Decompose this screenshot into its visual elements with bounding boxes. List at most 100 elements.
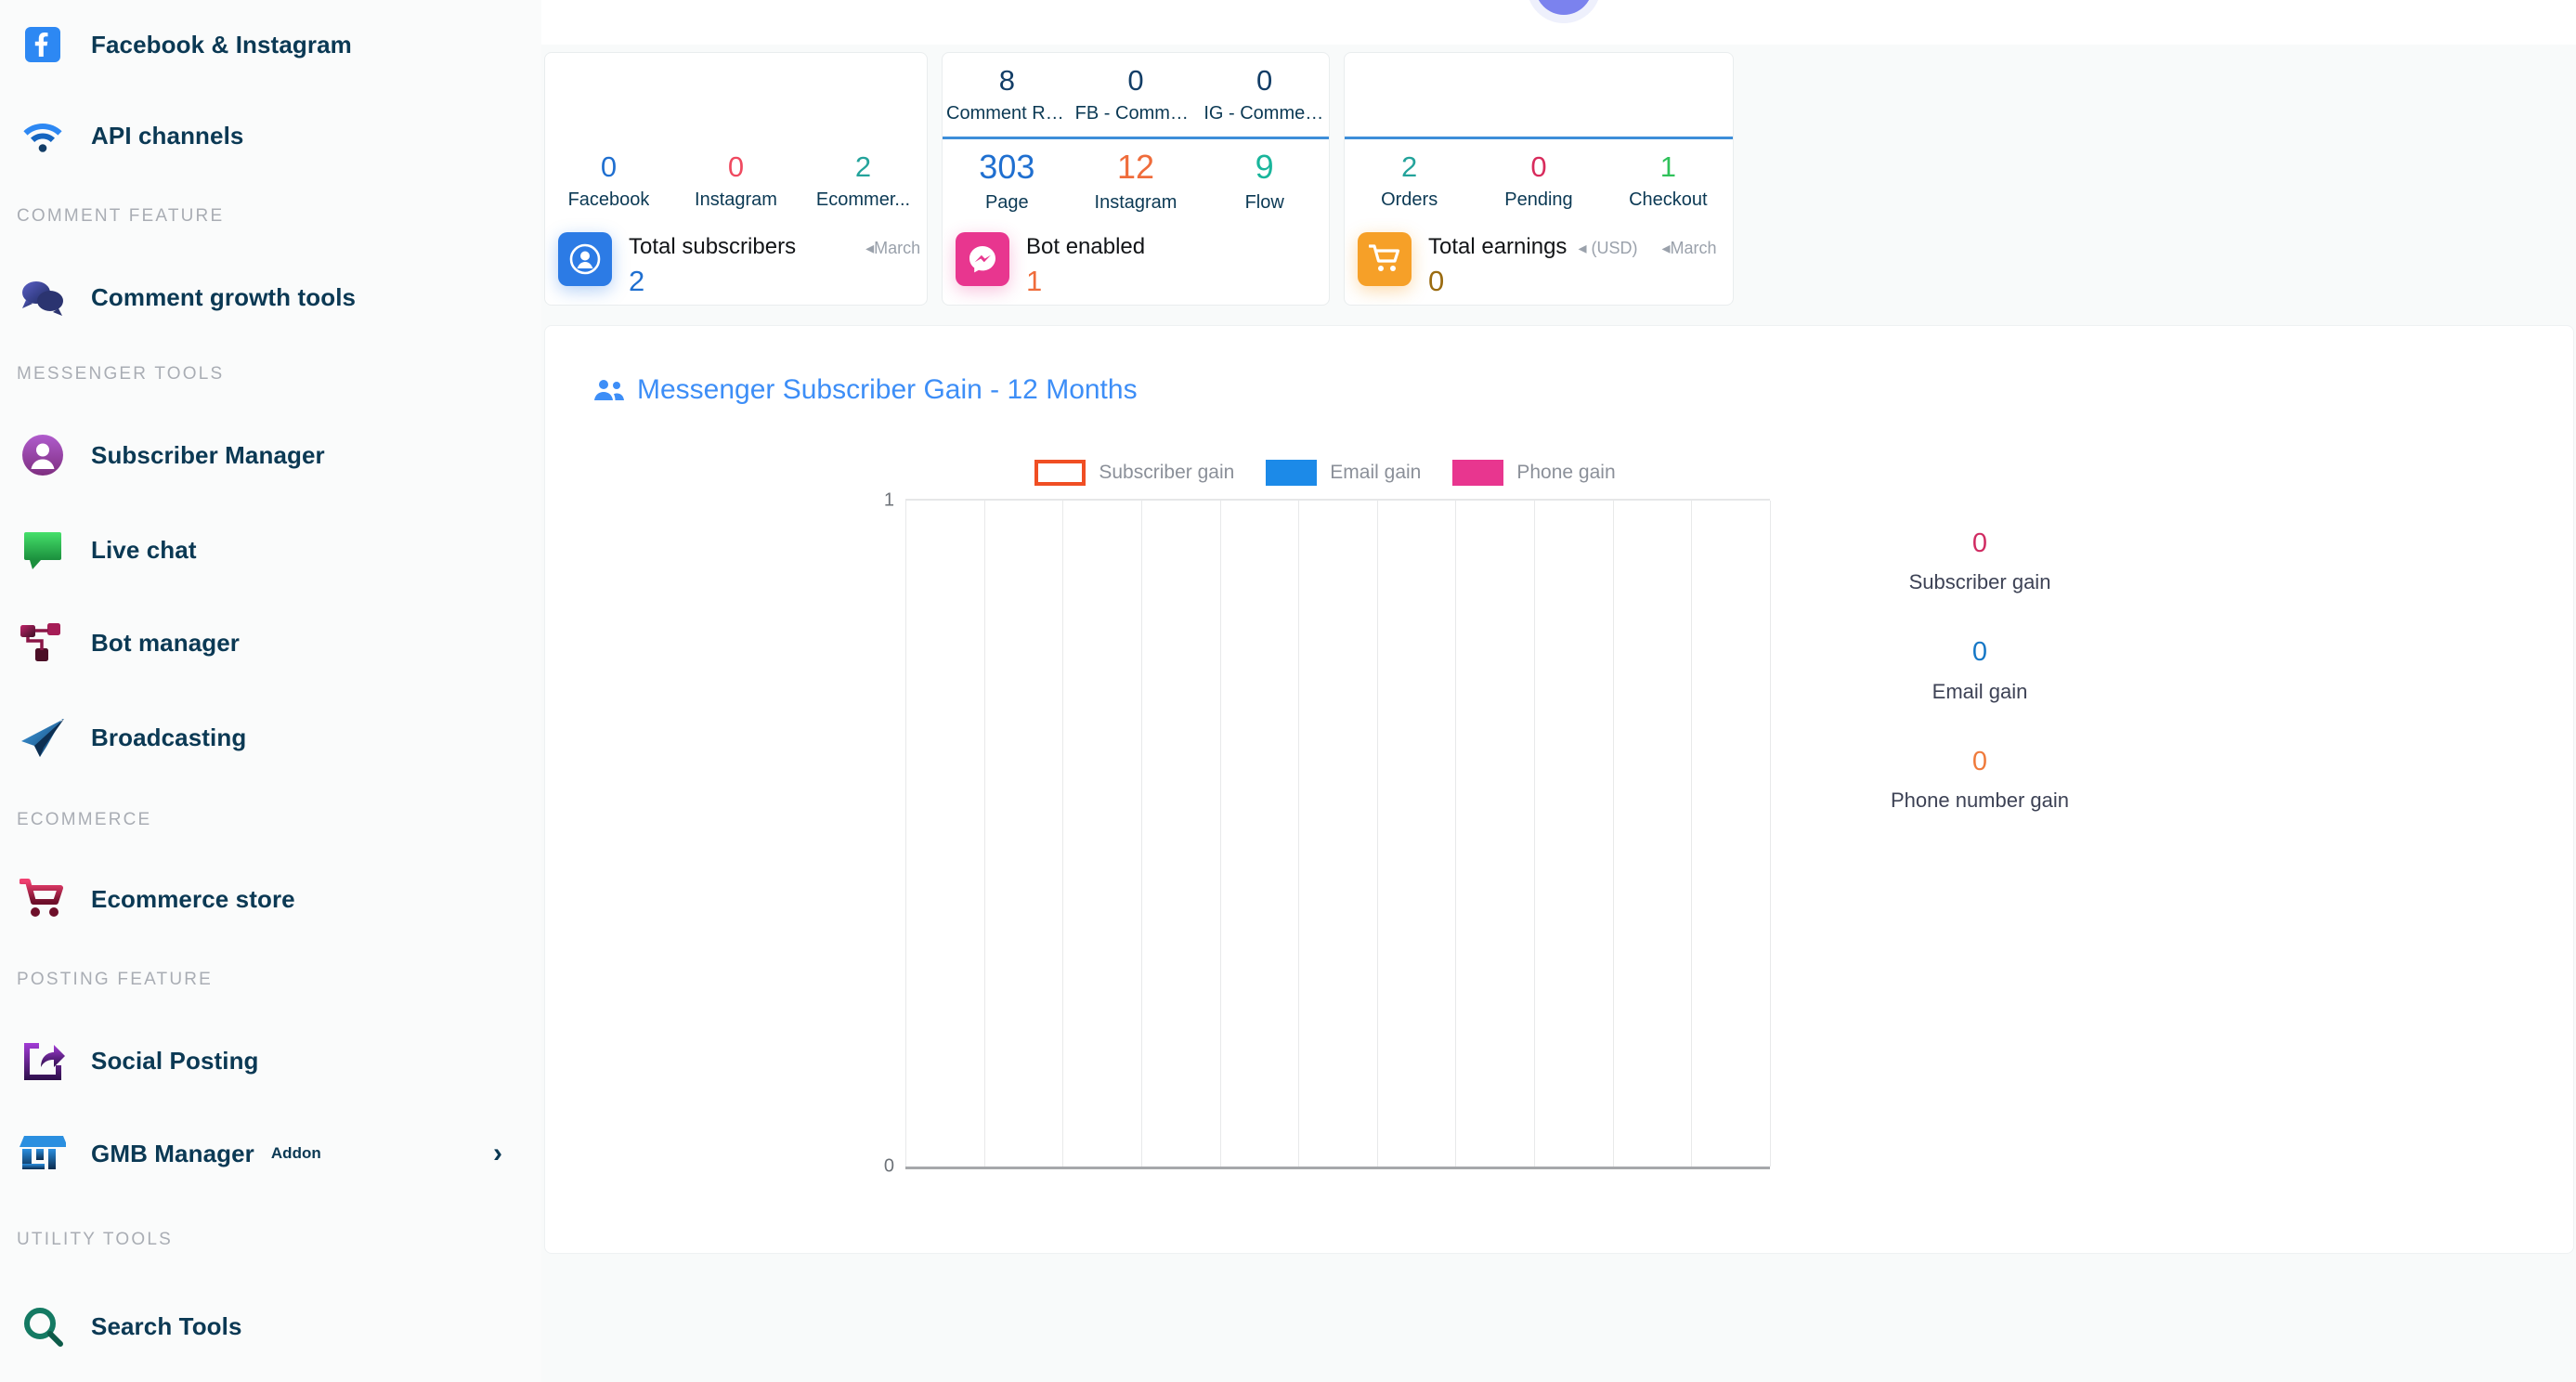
chart-gridline (1455, 501, 1457, 1167)
sidebar-item-label: Search Tools (91, 1311, 242, 1340)
chart-gridline (1298, 501, 1300, 1167)
card-value: 2 (629, 265, 920, 298)
avatar[interactable] (1535, 0, 1593, 15)
chat-bubbles-icon (17, 271, 69, 323)
card-month-selector[interactable]: ◂March (865, 239, 920, 258)
card-top-row (545, 53, 927, 139)
sidebar-item-social-posting[interactable]: Social Posting (0, 1014, 541, 1107)
sidebar-item-label: API channels (91, 121, 244, 150)
card-bottom-texts: Total earnings ◂ (USD) ◂March 0 (1428, 232, 1717, 298)
chart-gridline (1612, 501, 1614, 1167)
wifi-icon (17, 110, 69, 162)
chart-gridline (1140, 501, 1142, 1167)
mini-stat-value: 2 (854, 150, 872, 183)
chart-gridline (983, 501, 985, 1167)
sidebar-item-subscriber-manager[interactable]: Subscriber Manager (0, 407, 541, 503)
legend-item-subscriber-gain[interactable]: Subscriber gain (1034, 460, 1234, 486)
mini-stat-value: 9 (1255, 148, 1274, 187)
sidebar-section-utility-tools: UTILITY TOOLS (0, 1230, 541, 1250)
y-axis-tick-0: 0 (883, 1155, 894, 1177)
chart-side-stats: 0 Subscriber gain 0 Email gain 0 Phone n… (1841, 528, 2119, 855)
sidebar-item-label: Ecommerce store (91, 884, 295, 913)
chart-gridline (1062, 501, 1064, 1167)
mini-stat-checkout: 1 Checkout (1604, 139, 1733, 223)
paper-plane-icon (17, 711, 69, 763)
top-strip (541, 0, 2576, 45)
side-stat-subscriber-gain: 0 Subscriber gain (1841, 528, 2119, 594)
mini-stat-value: 1 (1659, 150, 1676, 183)
sidebar-item-broadcasting[interactable]: Broadcasting (0, 689, 541, 786)
user-circle-icon (17, 429, 69, 481)
legend-label: Phone gain (1516, 462, 1616, 483)
sidebar-item-label: Subscriber Manager (91, 440, 325, 469)
mini-stat-label: Pending (1504, 189, 1573, 211)
card-currency-selector[interactable]: ◂ (USD) (1578, 239, 1637, 258)
card-total-earnings[interactable]: 2 Orders 0 Pending 1 Checkout Total earn… (1344, 52, 1734, 306)
sidebar-item-label: GMB Manager (91, 1139, 254, 1167)
sidebar-section-label: COMMENT FEATURE (17, 206, 225, 226)
side-stat-label: Phone number gain (1890, 789, 2070, 813)
sidebar-section-messenger-tools: MESSENGER TOOLS (0, 364, 541, 385)
shopping-cart-icon (17, 873, 69, 925)
mini-stat-label: FB - Comment ... (1074, 103, 1197, 124)
mini-stat-label: Comment Repl... (946, 103, 1068, 124)
mini-stat-value: 8 (998, 63, 1015, 97)
facebook-icon (17, 19, 69, 71)
sidebar-item-facebook-instagram[interactable]: Facebook & Instagram (0, 0, 541, 89)
card-mid-row: 0 Facebook 0 Instagram 2 Ecommer... (545, 139, 927, 223)
stat-cards-row: 0 Facebook 0 Instagram 2 Ecommer... Tota… (541, 45, 2576, 306)
chart-gridline (1534, 501, 1536, 1167)
legend-swatch-subscriber-gain[interactable] (1034, 460, 1086, 486)
speech-bubble-icon (17, 524, 69, 576)
chart-gridline (1691, 501, 1693, 1167)
sidebar-item-ecommerce-store[interactable]: Ecommerce store (0, 853, 541, 945)
legend-swatch-email-gain[interactable] (1266, 460, 1318, 486)
side-stat-value: 0 (1841, 637, 2119, 668)
share-square-icon (17, 1035, 69, 1087)
side-stat-email-gain: 0 Email gain (1841, 637, 2119, 703)
card-bottom: Total earnings ◂ (USD) ◂March 0 (1345, 223, 1733, 298)
mini-stat-label: Instagram (1094, 191, 1177, 213)
sidebar-section-ecommerce: ECOMMERCE (0, 810, 541, 830)
chevron-right-icon[interactable]: › (493, 1140, 502, 1167)
card-bot-enabled[interactable]: 8 Comment Repl... 0 FB - Comment ... 0 I… (942, 52, 1330, 306)
card-title: Total earnings (1428, 234, 1568, 259)
chart-gridline (1219, 501, 1221, 1167)
side-stat-value: 0 (1841, 528, 2119, 559)
chart-plot-area: 1 0 (884, 490, 1771, 1177)
legend-item-email-gain[interactable]: Email gain (1266, 460, 1421, 486)
legend-swatch-phone-gain[interactable] (1452, 460, 1504, 486)
sidebar: Facebook & Instagram API channels COMMEN… (0, 0, 541, 1382)
sidebar-item-badge: Addon (270, 1144, 321, 1162)
sidebar-item-search-tools[interactable]: Search Tools (0, 1280, 541, 1373)
side-stat-value: 0 (1841, 747, 2119, 777)
card-mid-row: 303 Page 12 Instagram 9 Flow (943, 139, 1329, 223)
card-bottom-texts: Total subscribers ◂March 2 (629, 232, 920, 298)
users-icon (593, 378, 625, 402)
mini-stat-label: IG - Comment ... (1203, 103, 1325, 124)
card-month-selector[interactable]: ◂March (1661, 239, 1716, 258)
sidebar-item-gmb-manager[interactable]: GMB Manager Addon › (0, 1107, 541, 1200)
sidebar-item-comment-growth-tools[interactable]: Comment growth tools (0, 251, 541, 344)
search-circle-icon (17, 1300, 69, 1352)
card-bottom: Total subscribers ◂March 2 (545, 223, 927, 298)
app-root: Facebook & Instagram API channels COMMEN… (0, 0, 2576, 1382)
card-title: Total subscribers (629, 234, 797, 259)
sidebar-item-api-channels[interactable]: API channels (0, 89, 541, 182)
card-title: Bot enabled (1026, 234, 1146, 259)
messenger-icon (956, 232, 1009, 286)
mini-stat-value: 0 (1530, 150, 1547, 183)
card-bottom: Bot enabled 1 (943, 223, 1329, 298)
side-stat-label: Subscriber gain (1908, 570, 2051, 594)
mini-stat-label: Ecommer... (815, 189, 911, 211)
side-stat-phone-number-gain: 0 Phone number gain (1841, 747, 2119, 813)
mini-stat-fb-comment: 0 FB - Comment ... (1072, 53, 1201, 137)
legend-item-phone-gain[interactable]: Phone gain (1452, 460, 1616, 486)
chart-gridline (905, 501, 906, 1167)
sidebar-item-bot-manager[interactable]: Bot manager (0, 596, 541, 689)
chart-body: Subscriber gain Email gain Phone gain 1 … (545, 436, 2573, 1244)
sidebar-item-label: Live chat (91, 535, 197, 564)
card-total-subscribers[interactable]: 0 Facebook 0 Instagram 2 Ecommer... Tota… (544, 52, 928, 306)
sidebar-item-live-chat[interactable]: Live chat (0, 503, 541, 596)
chart-title: Messenger Subscriber Gain - 12 Months (545, 326, 2573, 406)
